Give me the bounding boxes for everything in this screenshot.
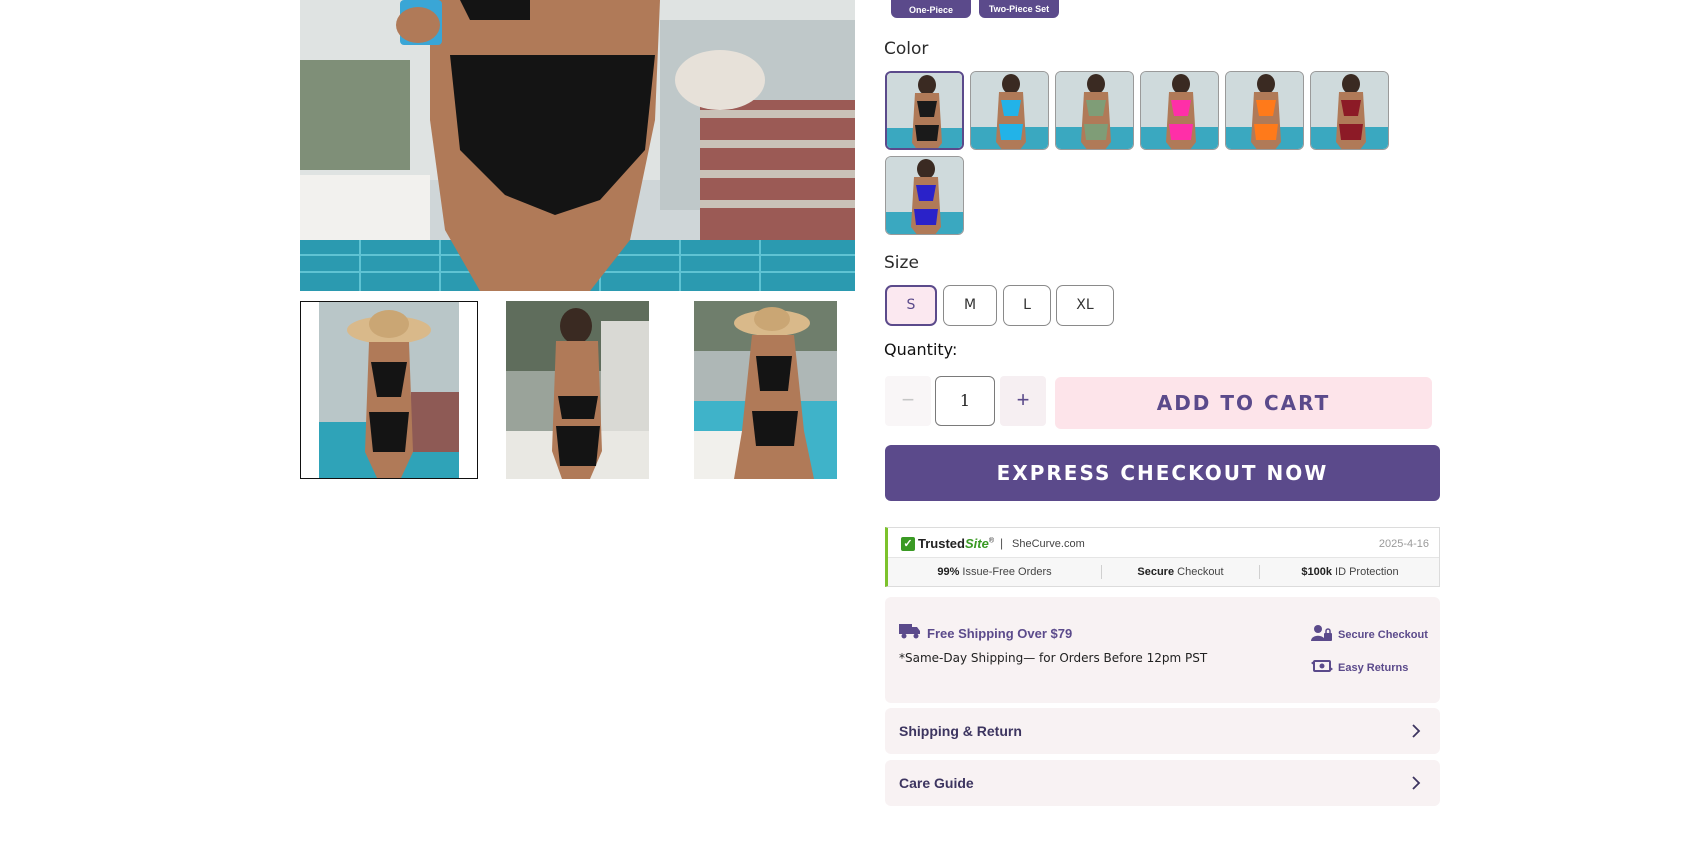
trusted-site-domain: SheCurve.com: [1012, 538, 1085, 550]
thumbnail-seated[interactable]: [694, 301, 837, 479]
color-swatch-sage-green[interactable]: [1055, 71, 1134, 150]
same-day-shipping-note: *Same-Day Shipping— for Orders Before 12…: [899, 651, 1208, 665]
color-swatch-royal-blue[interactable]: [885, 156, 964, 235]
color-swatch-hot-pink[interactable]: [1140, 71, 1219, 150]
chevron-right-icon: [1406, 773, 1426, 793]
quantity-decrease-button[interactable]: −: [885, 376, 931, 426]
thumbnail-strip: [300, 301, 855, 479]
size-label: Size: [884, 253, 919, 273]
main-product-image[interactable]: [300, 0, 855, 291]
id-protection: $100k ID Protection: [1301, 566, 1399, 578]
free-shipping-line: Free Shipping Over $79: [899, 622, 1072, 645]
shipping-info-box: Free Shipping Over $79 *Same-Day Shippin…: [885, 597, 1440, 703]
secure-checkout-feature: Secure Checkout: [1311, 624, 1428, 645]
accordion-care-guide[interactable]: Care Guide: [885, 760, 1440, 806]
color-swatch-orange[interactable]: [1225, 71, 1304, 150]
product-page: One-Piece Two-Piece Set Color Size S M L…: [0, 0, 1688, 853]
size-option-m[interactable]: M: [943, 285, 997, 326]
secure-checkout-badge: Secure Checkout: [1137, 566, 1224, 578]
trusted-site-badge[interactable]: ✓ TrustedSite® | SheCurve.com 2025-4-16 …: [885, 527, 1440, 587]
quantity-input[interactable]: 1: [935, 376, 995, 426]
thumbnail-back[interactable]: [506, 301, 649, 479]
accordion-title: Care Guide: [899, 775, 974, 791]
color-swatch-black[interactable]: [885, 71, 964, 150]
issue-free-orders: 99% Issue-Free Orders: [937, 566, 1052, 578]
express-checkout-button[interactable]: EXPRESS CHECKOUT NOW: [885, 445, 1440, 501]
return-icon: [1311, 657, 1333, 678]
checkmark-icon: ✓: [901, 537, 915, 551]
color-swatch-sky-blue[interactable]: [970, 71, 1049, 150]
chevron-right-icon: [1406, 721, 1426, 741]
style-option-one-piece[interactable]: One-Piece: [891, 0, 971, 18]
trusted-site-date: 2025-4-16: [1378, 538, 1429, 550]
thumbnail-front[interactable]: [300, 301, 478, 479]
truck-icon: [899, 622, 921, 645]
size-option-l[interactable]: L: [1003, 285, 1051, 326]
trusted-site-header: ✓ TrustedSite® | SheCurve.com 2025-4-16: [888, 528, 1439, 558]
trusted-site-logo: TrustedSite®: [918, 536, 994, 551]
quantity-label: Quantity:: [884, 340, 958, 359]
separator: |: [1000, 536, 1004, 550]
quantity-increase-button[interactable]: +: [1000, 376, 1046, 426]
style-option-two-piece[interactable]: Two-Piece Set: [979, 0, 1059, 18]
color-swatch-burgundy[interactable]: [1310, 71, 1389, 150]
easy-returns-feature: Easy Returns: [1311, 657, 1408, 678]
free-shipping-title: Free Shipping Over $79: [927, 626, 1073, 641]
accordion-title: Shipping & Return: [899, 723, 1022, 739]
size-option-xl[interactable]: XL: [1056, 285, 1114, 326]
size-option-s[interactable]: S: [885, 285, 937, 326]
color-label: Color: [884, 39, 929, 59]
add-to-cart-button[interactable]: ADD TO CART: [1055, 377, 1432, 429]
trusted-site-features: 99% Issue-Free Orders Secure Checkout $1…: [888, 558, 1439, 586]
user-lock-icon: [1311, 624, 1333, 645]
accordion-shipping-return[interactable]: Shipping & Return: [885, 708, 1440, 754]
